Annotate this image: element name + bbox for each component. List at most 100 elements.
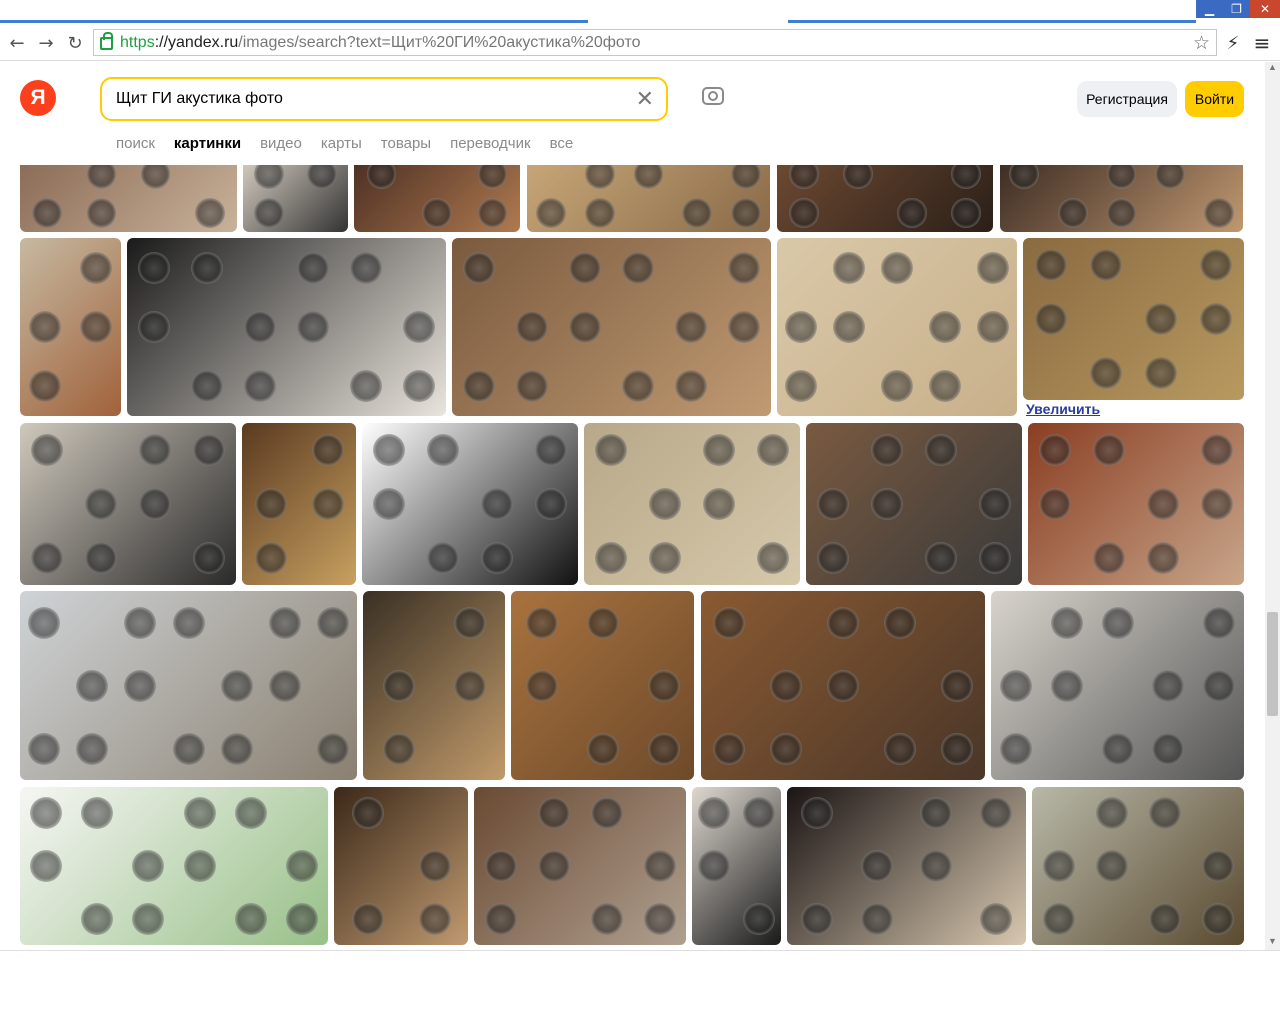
- register-button[interactable]: Регистрация: [1077, 81, 1177, 117]
- tab-search[interactable]: поиск: [116, 135, 155, 152]
- speaker-shape: [1039, 488, 1071, 520]
- tab-video[interactable]: видео: [260, 135, 302, 152]
- tab-maps[interactable]: карты: [321, 135, 362, 152]
- image-result-thumbnail[interactable]: [243, 165, 348, 232]
- speaker-shape: [254, 165, 285, 190]
- speaker-shape: [28, 732, 61, 765]
- address-bar[interactable]: https://yandex.ru/images/search?text=Щит…: [93, 29, 1217, 56]
- image-result-thumbnail[interactable]: [474, 787, 686, 945]
- image-result-thumbnail[interactable]: [242, 423, 356, 585]
- image-result-thumbnail[interactable]: [1028, 423, 1244, 585]
- scroll-up-arrow-icon[interactable]: ▲: [1265, 62, 1280, 76]
- image-result-thumbnail[interactable]: [806, 423, 1022, 585]
- speaker-shape: [649, 542, 681, 574]
- enlarge-link[interactable]: Увеличить: [1026, 401, 1100, 417]
- speaker-shape: [484, 850, 517, 882]
- image-result-thumbnail[interactable]: [991, 591, 1244, 780]
- image-result-thumbnail[interactable]: [20, 591, 357, 780]
- image-result-thumbnail[interactable]: [20, 787, 328, 945]
- extension-icon[interactable]: ⚡: [1222, 32, 1244, 54]
- image-result-thumbnail[interactable]: [1032, 787, 1244, 945]
- image-result-thumbnail[interactable]: [701, 591, 985, 780]
- image-result-thumbnail[interactable]: [20, 238, 121, 416]
- speaker-shape: [29, 797, 62, 830]
- speaker-shape: [883, 606, 916, 639]
- yandex-logo[interactable]: Я: [20, 80, 56, 116]
- browser-menu-icon[interactable]: ≡: [1251, 31, 1273, 55]
- speaker-shape: [81, 902, 113, 935]
- speaker-shape: [1009, 165, 1040, 190]
- speaker-shape: [137, 311, 170, 343]
- image-result-thumbnail[interactable]: [127, 238, 446, 416]
- image-result-thumbnail[interactable]: [777, 238, 1017, 416]
- image-result-thumbnail[interactable]: [452, 238, 771, 416]
- camera-search-icon[interactable]: [702, 87, 724, 105]
- image-result-thumbnail[interactable]: [527, 165, 770, 232]
- image-result-thumbnail[interactable]: [584, 423, 800, 585]
- page-scrollbar[interactable]: ▲ ▼: [1265, 62, 1280, 950]
- close-window-button[interactable]: ✕: [1250, 0, 1280, 18]
- image-result-thumbnail[interactable]: [20, 423, 236, 585]
- speaker-shape: [28, 606, 61, 639]
- image-result-thumbnail[interactable]: [20, 165, 237, 232]
- image-result-thumbnail[interactable]: [511, 591, 694, 780]
- image-result-thumbnail[interactable]: [1000, 165, 1243, 232]
- speaker-shape: [586, 606, 619, 639]
- speaker-shape: [703, 488, 735, 520]
- login-button[interactable]: Войти: [1185, 81, 1244, 117]
- speaker-shape: [698, 797, 731, 830]
- speaker-shape: [1000, 732, 1033, 765]
- speaker-shape: [31, 434, 63, 466]
- image-result-thumbnail[interactable]: [692, 787, 781, 945]
- scroll-thumb[interactable]: [1267, 612, 1278, 716]
- speaker-shape: [1093, 434, 1125, 466]
- speaker-shape: [833, 311, 865, 343]
- speaker-shape: [1145, 357, 1178, 389]
- speaker-shape: [268, 606, 301, 639]
- speaker-shape: [373, 488, 405, 520]
- reload-button[interactable]: ↻: [64, 32, 86, 54]
- speaker-shape: [647, 669, 680, 702]
- image-result-thumbnail[interactable]: [334, 787, 468, 945]
- speaker-shape: [940, 669, 973, 702]
- speaker-shape: [515, 311, 548, 343]
- image-result-thumbnail[interactable]: [354, 165, 520, 232]
- speaker-shape: [477, 165, 508, 190]
- speaker-shape: [920, 850, 953, 882]
- image-result-thumbnail[interactable]: [363, 591, 505, 780]
- speaker-shape: [1089, 357, 1122, 389]
- image-result-thumbnail[interactable]: [362, 423, 578, 585]
- image-results-grid: Увеличить: [0, 165, 1265, 950]
- tab-images[interactable]: картинки: [174, 135, 241, 152]
- tab-all[interactable]: все: [550, 135, 574, 152]
- image-result-thumbnail[interactable]: [777, 165, 993, 232]
- speaker-shape: [1155, 165, 1185, 190]
- minimize-button[interactable]: ▁: [1196, 0, 1223, 18]
- forward-button[interactable]: →: [35, 32, 57, 54]
- speaker-shape: [220, 732, 253, 765]
- bookmark-star-icon[interactable]: ☆: [1193, 32, 1210, 54]
- speaker-shape: [1000, 669, 1033, 702]
- speaker-shape: [193, 434, 225, 466]
- yandex-header: Я ✕ Регистрация Войти поиск картинки вид…: [0, 62, 1265, 165]
- speaker-shape: [1034, 303, 1067, 335]
- search-box[interactable]: ✕: [100, 77, 668, 121]
- speaker-shape: [268, 669, 301, 702]
- tab-translator[interactable]: переводчик: [450, 135, 530, 152]
- speaker-shape: [124, 669, 157, 702]
- maximize-button[interactable]: ❐: [1223, 0, 1250, 18]
- image-result-thumbnail[interactable]: [787, 787, 1026, 945]
- image-result-thumbnail[interactable]: [1023, 238, 1244, 400]
- speaker-shape: [1039, 434, 1071, 466]
- search-input[interactable]: [116, 90, 616, 108]
- speaker-shape: [980, 797, 1013, 830]
- speaker-shape: [1106, 165, 1137, 190]
- speaker-shape: [537, 850, 570, 882]
- clear-search-icon[interactable]: ✕: [636, 87, 654, 112]
- speaker-shape: [1101, 732, 1134, 765]
- back-button[interactable]: ←: [6, 32, 28, 54]
- tab-products[interactable]: товары: [381, 135, 431, 152]
- scroll-down-arrow-icon[interactable]: ▼: [1265, 936, 1280, 950]
- browser-toolbar: ← → ↻ https://yandex.ru/images/search?te…: [0, 24, 1280, 61]
- speaker-shape: [1101, 606, 1134, 639]
